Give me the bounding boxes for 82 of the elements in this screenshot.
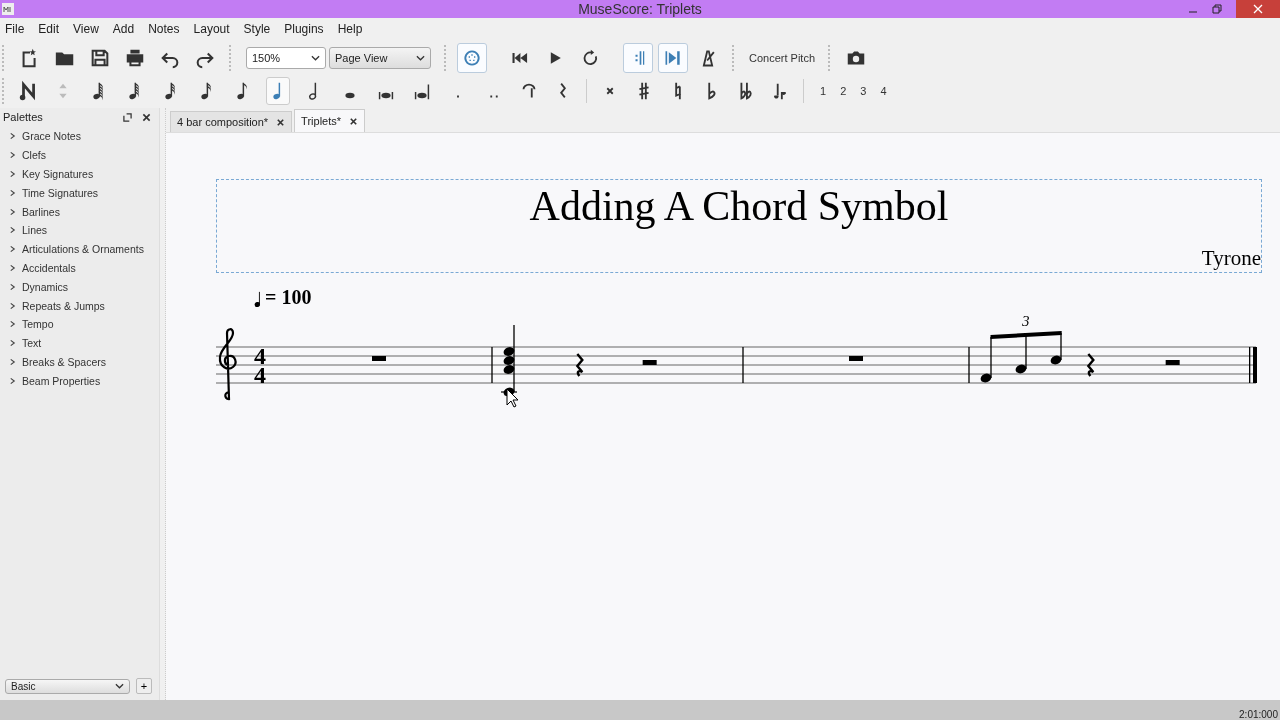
tuplet-number: 3 xyxy=(1022,313,1030,329)
palette-item[interactable]: Lines xyxy=(22,224,48,237)
palette-item[interactable]: Beam Properties xyxy=(22,374,101,387)
score-title: Adding A Chord Symbol xyxy=(528,182,950,230)
voice-button[interactable]: 2 xyxy=(836,85,851,97)
menu-item[interactable]: Plugins xyxy=(284,22,324,36)
quarter-note-icon xyxy=(254,291,262,307)
final-barline xyxy=(1249,347,1257,383)
barline xyxy=(491,346,493,384)
chevron-icon[interactable] xyxy=(9,357,16,366)
panel-title: Palettes xyxy=(3,111,43,123)
palette-item[interactable]: Tempo xyxy=(22,318,54,331)
whole-rest xyxy=(849,356,863,361)
zoom-dropdown[interactable]: 150% xyxy=(246,47,326,69)
chevron-icon[interactable] xyxy=(9,376,16,385)
chevron-icon[interactable] xyxy=(9,301,16,310)
score-tab[interactable]: 4 bar composition* xyxy=(170,111,293,132)
caret-icon[interactable] xyxy=(416,55,425,61)
close-icon[interactable] xyxy=(276,117,286,127)
menu-item[interactable]: Style xyxy=(243,22,271,36)
palette-item[interactable]: Text xyxy=(22,337,42,350)
chevron-icon[interactable] xyxy=(9,339,16,348)
close-icon[interactable] xyxy=(142,112,152,122)
quarter-rest xyxy=(576,353,584,377)
chevron-icon[interactable] xyxy=(9,226,16,235)
caret-icon[interactable] xyxy=(115,683,124,689)
print-icon[interactable] xyxy=(124,47,146,69)
save-icon[interactable] xyxy=(89,47,111,69)
quarter-rest xyxy=(1087,353,1095,377)
mouse-pointer-icon xyxy=(506,388,519,408)
menu-item[interactable]: Notes xyxy=(148,22,180,36)
composer: Tyrone xyxy=(1200,246,1261,271)
menu-item[interactable]: Layout xyxy=(193,22,230,36)
palette-item[interactable]: Barlines xyxy=(22,205,60,218)
menu-item[interactable]: Add xyxy=(112,22,135,36)
voice-button[interactable]: 1 xyxy=(816,85,831,97)
chevron-icon[interactable] xyxy=(9,282,16,291)
score-tab[interactable]: Triplets* xyxy=(294,109,366,132)
voice-button[interactable]: 3 xyxy=(856,85,871,97)
restore-icon[interactable] xyxy=(1212,4,1222,14)
chevron-icon[interactable] xyxy=(9,207,16,216)
chevron-icon[interactable] xyxy=(9,263,16,272)
barline xyxy=(968,346,970,384)
float-icon[interactable] xyxy=(123,112,133,122)
close-button[interactable] xyxy=(1236,0,1280,18)
palette-item[interactable]: Accidentals xyxy=(22,261,76,274)
palette-item[interactable]: Clefs xyxy=(22,149,46,162)
chevron-icon[interactable] xyxy=(9,320,16,329)
workspace-dropdown[interactable]: Basic xyxy=(5,678,130,694)
voice-button[interactable]: 4 xyxy=(876,85,891,97)
palette-item[interactable]: Articulations & Ornaments xyxy=(22,243,144,256)
add-workspace-button[interactable]: + xyxy=(136,678,152,694)
menu-item[interactable]: File xyxy=(5,22,25,36)
status-time: 2:01:000 xyxy=(1239,709,1278,720)
menu-item[interactable]: Help xyxy=(337,22,363,36)
view-mode-dropdown[interactable]: Page View xyxy=(329,47,431,69)
app-icon xyxy=(2,3,14,15)
time-signature-top: 4 xyxy=(254,343,266,369)
palette-item[interactable]: Key Signatures xyxy=(22,168,94,180)
palette-item[interactable]: Dynamics xyxy=(22,280,69,293)
menu-item[interactable]: Edit xyxy=(38,22,60,36)
palette-item[interactable]: Time Signatures xyxy=(22,186,99,199)
chevron-icon[interactable] xyxy=(9,188,16,197)
tempo-marking: = 100 xyxy=(265,287,312,307)
half-rest xyxy=(1165,360,1180,365)
concert-pitch-button[interactable]: Concert Pitch xyxy=(749,52,816,64)
caret-icon[interactable] xyxy=(311,55,320,61)
palette-item[interactable]: Grace Notes xyxy=(22,130,81,143)
chevron-icon[interactable] xyxy=(9,170,16,178)
chevron-icon[interactable] xyxy=(9,245,16,254)
palette-item[interactable]: Breaks & Spacers xyxy=(22,355,107,368)
barline xyxy=(742,346,744,384)
tab-label[interactable]: 4 bar composition* xyxy=(177,116,269,128)
window-title: MuseScore: Triplets xyxy=(578,1,702,17)
chevron-icon[interactable] xyxy=(9,132,16,141)
close-icon[interactable] xyxy=(349,116,359,126)
palette-item[interactable]: Repeats & Jumps xyxy=(22,299,105,312)
menu-item[interactable]: View xyxy=(73,22,99,36)
chevron-icon[interactable] xyxy=(9,151,16,160)
whole-rest xyxy=(372,356,386,361)
half-rest xyxy=(642,360,657,365)
tab-label[interactable]: Triplets* xyxy=(301,115,342,127)
